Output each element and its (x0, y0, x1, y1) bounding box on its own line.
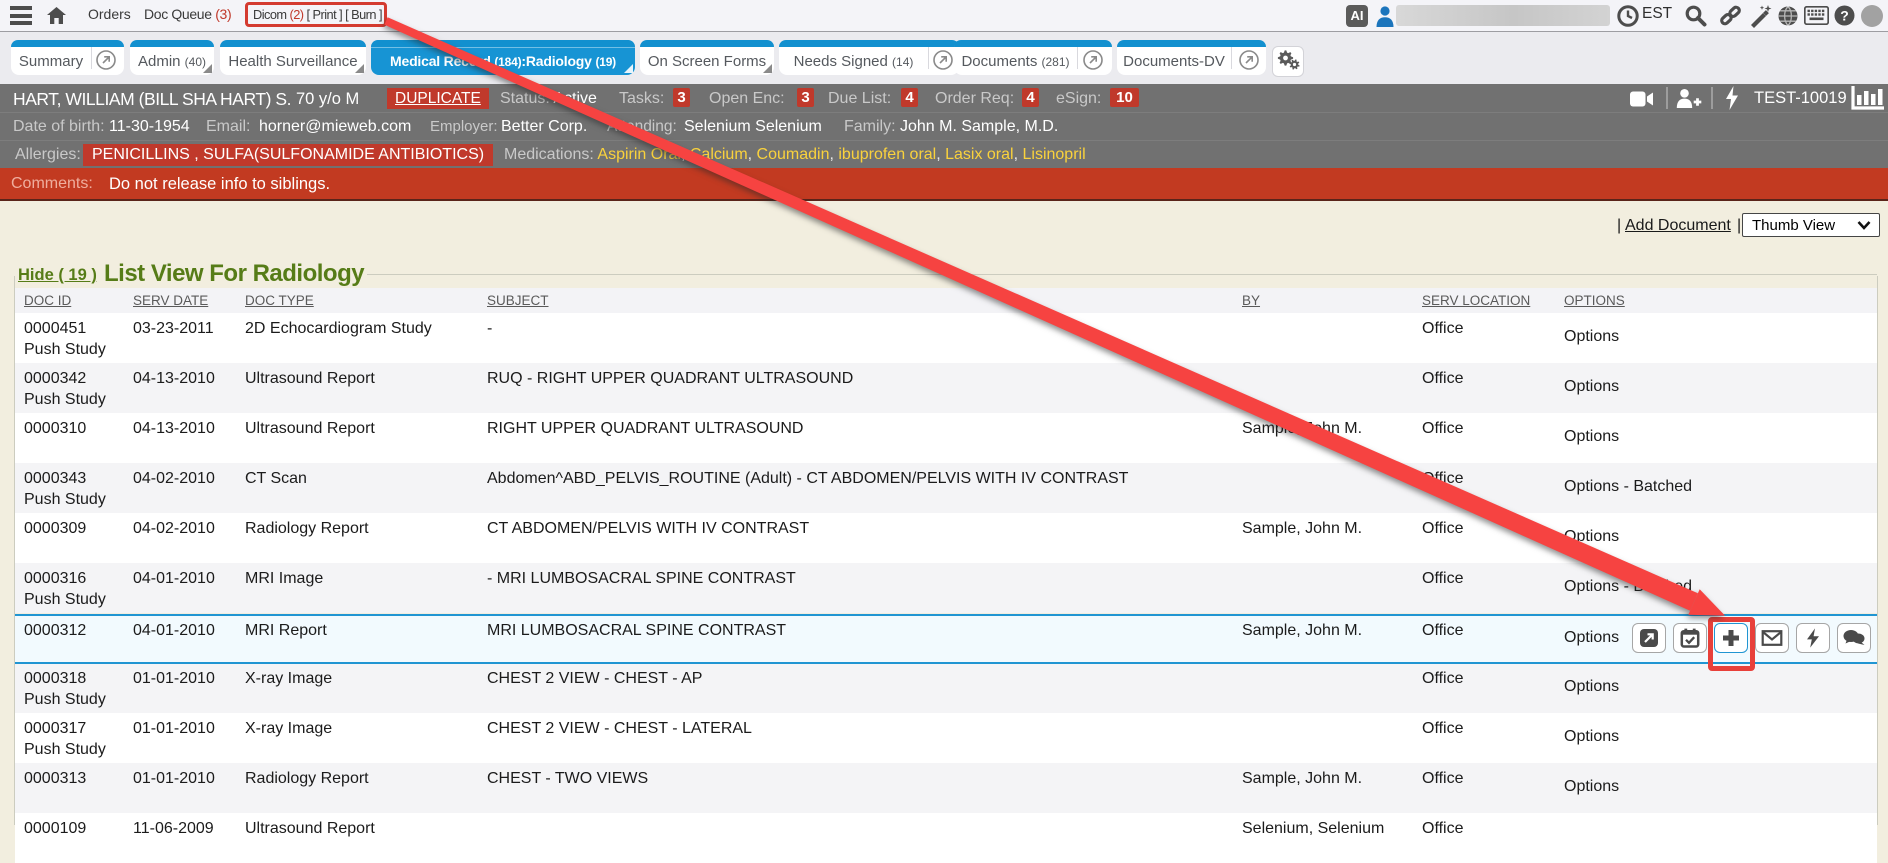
svg-text:?: ? (1840, 8, 1849, 24)
